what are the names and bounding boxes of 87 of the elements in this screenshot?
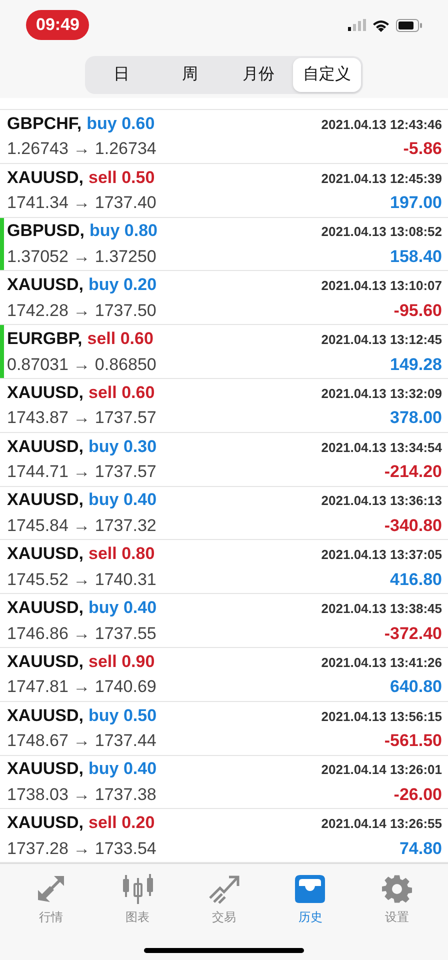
trade-symbol: XAUUSD, — [7, 489, 84, 512]
trade-profit: 197.00 — [390, 192, 442, 214]
trade-prices: 1737.28 → 1733.54 — [7, 838, 156, 860]
trade-symbol: EURGBP, — [7, 328, 82, 350]
wifi-icon — [372, 18, 390, 32]
trade-symbol: XAUUSD, — [7, 650, 84, 673]
tab-bar-item[interactable]: 历史 — [280, 874, 340, 926]
trade-profit: 640.80 — [390, 676, 442, 698]
trade-order: buy 0.40 — [88, 489, 157, 512]
trade-row[interactable]: EURGBP, sell 0.60 2021.04.13 13:12:45 0.87031 → 0.86850 149.28 — [0, 325, 448, 379]
trade-order: buy 0.60 — [86, 112, 155, 135]
trade-order: buy 0.40 — [88, 597, 157, 620]
trade-time: 2021.04.13 13:08:52 — [321, 223, 442, 242]
battery-icon — [396, 18, 422, 32]
trade-symbol: GBPUSD, — [7, 220, 84, 242]
trade-prices: 1747.81 → 1740.69 — [7, 676, 156, 698]
diagonal-arrows-icon — [36, 874, 66, 904]
trade-symbol: XAUUSD, — [7, 758, 84, 780]
trend-arrow-icon — [208, 874, 240, 904]
trade-symbol: XAUUSD, — [7, 597, 84, 620]
trade-symbol: GBPCHF, — [7, 112, 82, 135]
period-segment[interactable]: 周 — [156, 58, 224, 92]
trade-profit: -5.86 — [403, 138, 442, 160]
settings-icon — [382, 874, 412, 904]
trade-order: buy 0.40 — [88, 758, 157, 780]
trade-time: 2021.04.14 13:26:55 — [321, 815, 442, 834]
trade-prices: 1743.87 → 1737.57 — [7, 407, 156, 430]
trade-prices: 1.26743 → 1.26734 — [7, 138, 156, 160]
trade-prices: 1741.34 → 1737.40 — [7, 192, 156, 214]
trade-order: sell 0.80 — [88, 543, 155, 566]
trade-time: 2021.04.13 12:45:39 — [321, 170, 442, 188]
trade-profit: -95.60 — [394, 300, 442, 322]
trade-time: 2021.04.13 13:12:45 — [321, 331, 442, 350]
trade-profit: -372.40 — [384, 622, 442, 645]
trade-profit: 74.80 — [399, 838, 442, 860]
trade-profit: 416.80 — [390, 568, 442, 591]
period-segment[interactable]: 月份 — [224, 58, 292, 92]
trade-symbol: XAUUSD, — [7, 382, 84, 404]
trade-prices: 1738.03 → 1737.38 — [7, 784, 156, 806]
trade-time: 2021.04.13 13:41:26 — [321, 654, 442, 672]
trade-prices: 1.37052 → 1.37250 — [7, 246, 156, 268]
trade-row[interactable]: XAUUSD, buy 0.50 2021.04.13 13:56:15 1748.67 → 1737.44 -561.50 — [0, 702, 448, 756]
trade-prices: 1745.52 → 1740.31 — [7, 568, 156, 591]
trade-symbol: XAUUSD, — [7, 704, 84, 727]
trade-order: sell 0.20 — [88, 812, 155, 834]
trade-order: buy 0.20 — [88, 274, 157, 296]
trade-prices: 1744.71 → 1737.57 — [7, 461, 156, 484]
trade-profit: 149.28 — [390, 354, 442, 376]
trade-order: buy 0.50 — [88, 704, 157, 727]
trade-symbol: XAUUSD, — [7, 166, 84, 189]
trade-time: 2021.04.13 13:56:15 — [321, 708, 442, 726]
trade-symbol: XAUUSD, — [7, 812, 84, 834]
inbox-tray-icon — [294, 874, 326, 904]
trade-profit: -26.00 — [394, 784, 442, 806]
trade-order: buy 0.80 — [89, 220, 158, 242]
trade-profit: -561.50 — [384, 730, 442, 752]
trade-order: sell 0.60 — [88, 382, 155, 404]
trade-row[interactable]: XAUUSD, buy 0.30 2021.04.13 13:34:54 1744.71 → 1737.57 -214.20 — [0, 432, 448, 487]
trade-time: 2021.04.13 13:36:13 — [321, 492, 442, 510]
trade-prices: 1746.86 → 1737.55 — [7, 622, 156, 645]
period-segment[interactable]: 日 — [87, 58, 156, 92]
period-segment[interactable]: 自定义 — [292, 58, 361, 92]
trade-time: 2021.04.13 13:34:54 — [321, 438, 442, 457]
trade-profit: -340.80 — [384, 514, 442, 537]
trade-prices: 0.87031 → 0.86850 — [7, 354, 156, 376]
signal-icon — [348, 19, 366, 31]
trade-prices: 1745.84 → 1737.32 — [7, 514, 156, 537]
trade-time: 2021.04.13 13:32:09 — [321, 384, 442, 403]
trade-profit: -214.20 — [384, 461, 442, 484]
trade-symbol: XAUUSD, — [7, 543, 84, 566]
trade-time: 2021.04.14 13:26:01 — [321, 761, 442, 780]
trade-time: 2021.04.13 12:43:46 — [321, 116, 442, 134]
trade-profit: 158.40 — [390, 246, 442, 268]
trade-prices: 1742.28 → 1737.50 — [7, 300, 156, 322]
trade-time: 2021.04.13 13:37:05 — [321, 546, 442, 564]
status-time: 09:49 — [26, 10, 90, 40]
trade-symbol: XAUUSD, — [7, 274, 84, 296]
trade-order: sell 0.50 — [88, 166, 155, 189]
trade-time: 2021.04.13 13:38:45 — [321, 600, 442, 618]
candlestick-icon — [122, 874, 154, 904]
trade-order: sell 0.90 — [88, 650, 155, 673]
trade-prices: 1748.67 → 1737.44 — [7, 730, 156, 752]
trade-symbol: XAUUSD, — [7, 436, 84, 458]
trade-order: buy 0.30 — [88, 436, 157, 458]
trade-profit: 378.00 — [390, 407, 442, 430]
trade-time: 2021.04.13 13:10:07 — [321, 277, 442, 296]
trade-order: sell 0.60 — [87, 328, 154, 350]
